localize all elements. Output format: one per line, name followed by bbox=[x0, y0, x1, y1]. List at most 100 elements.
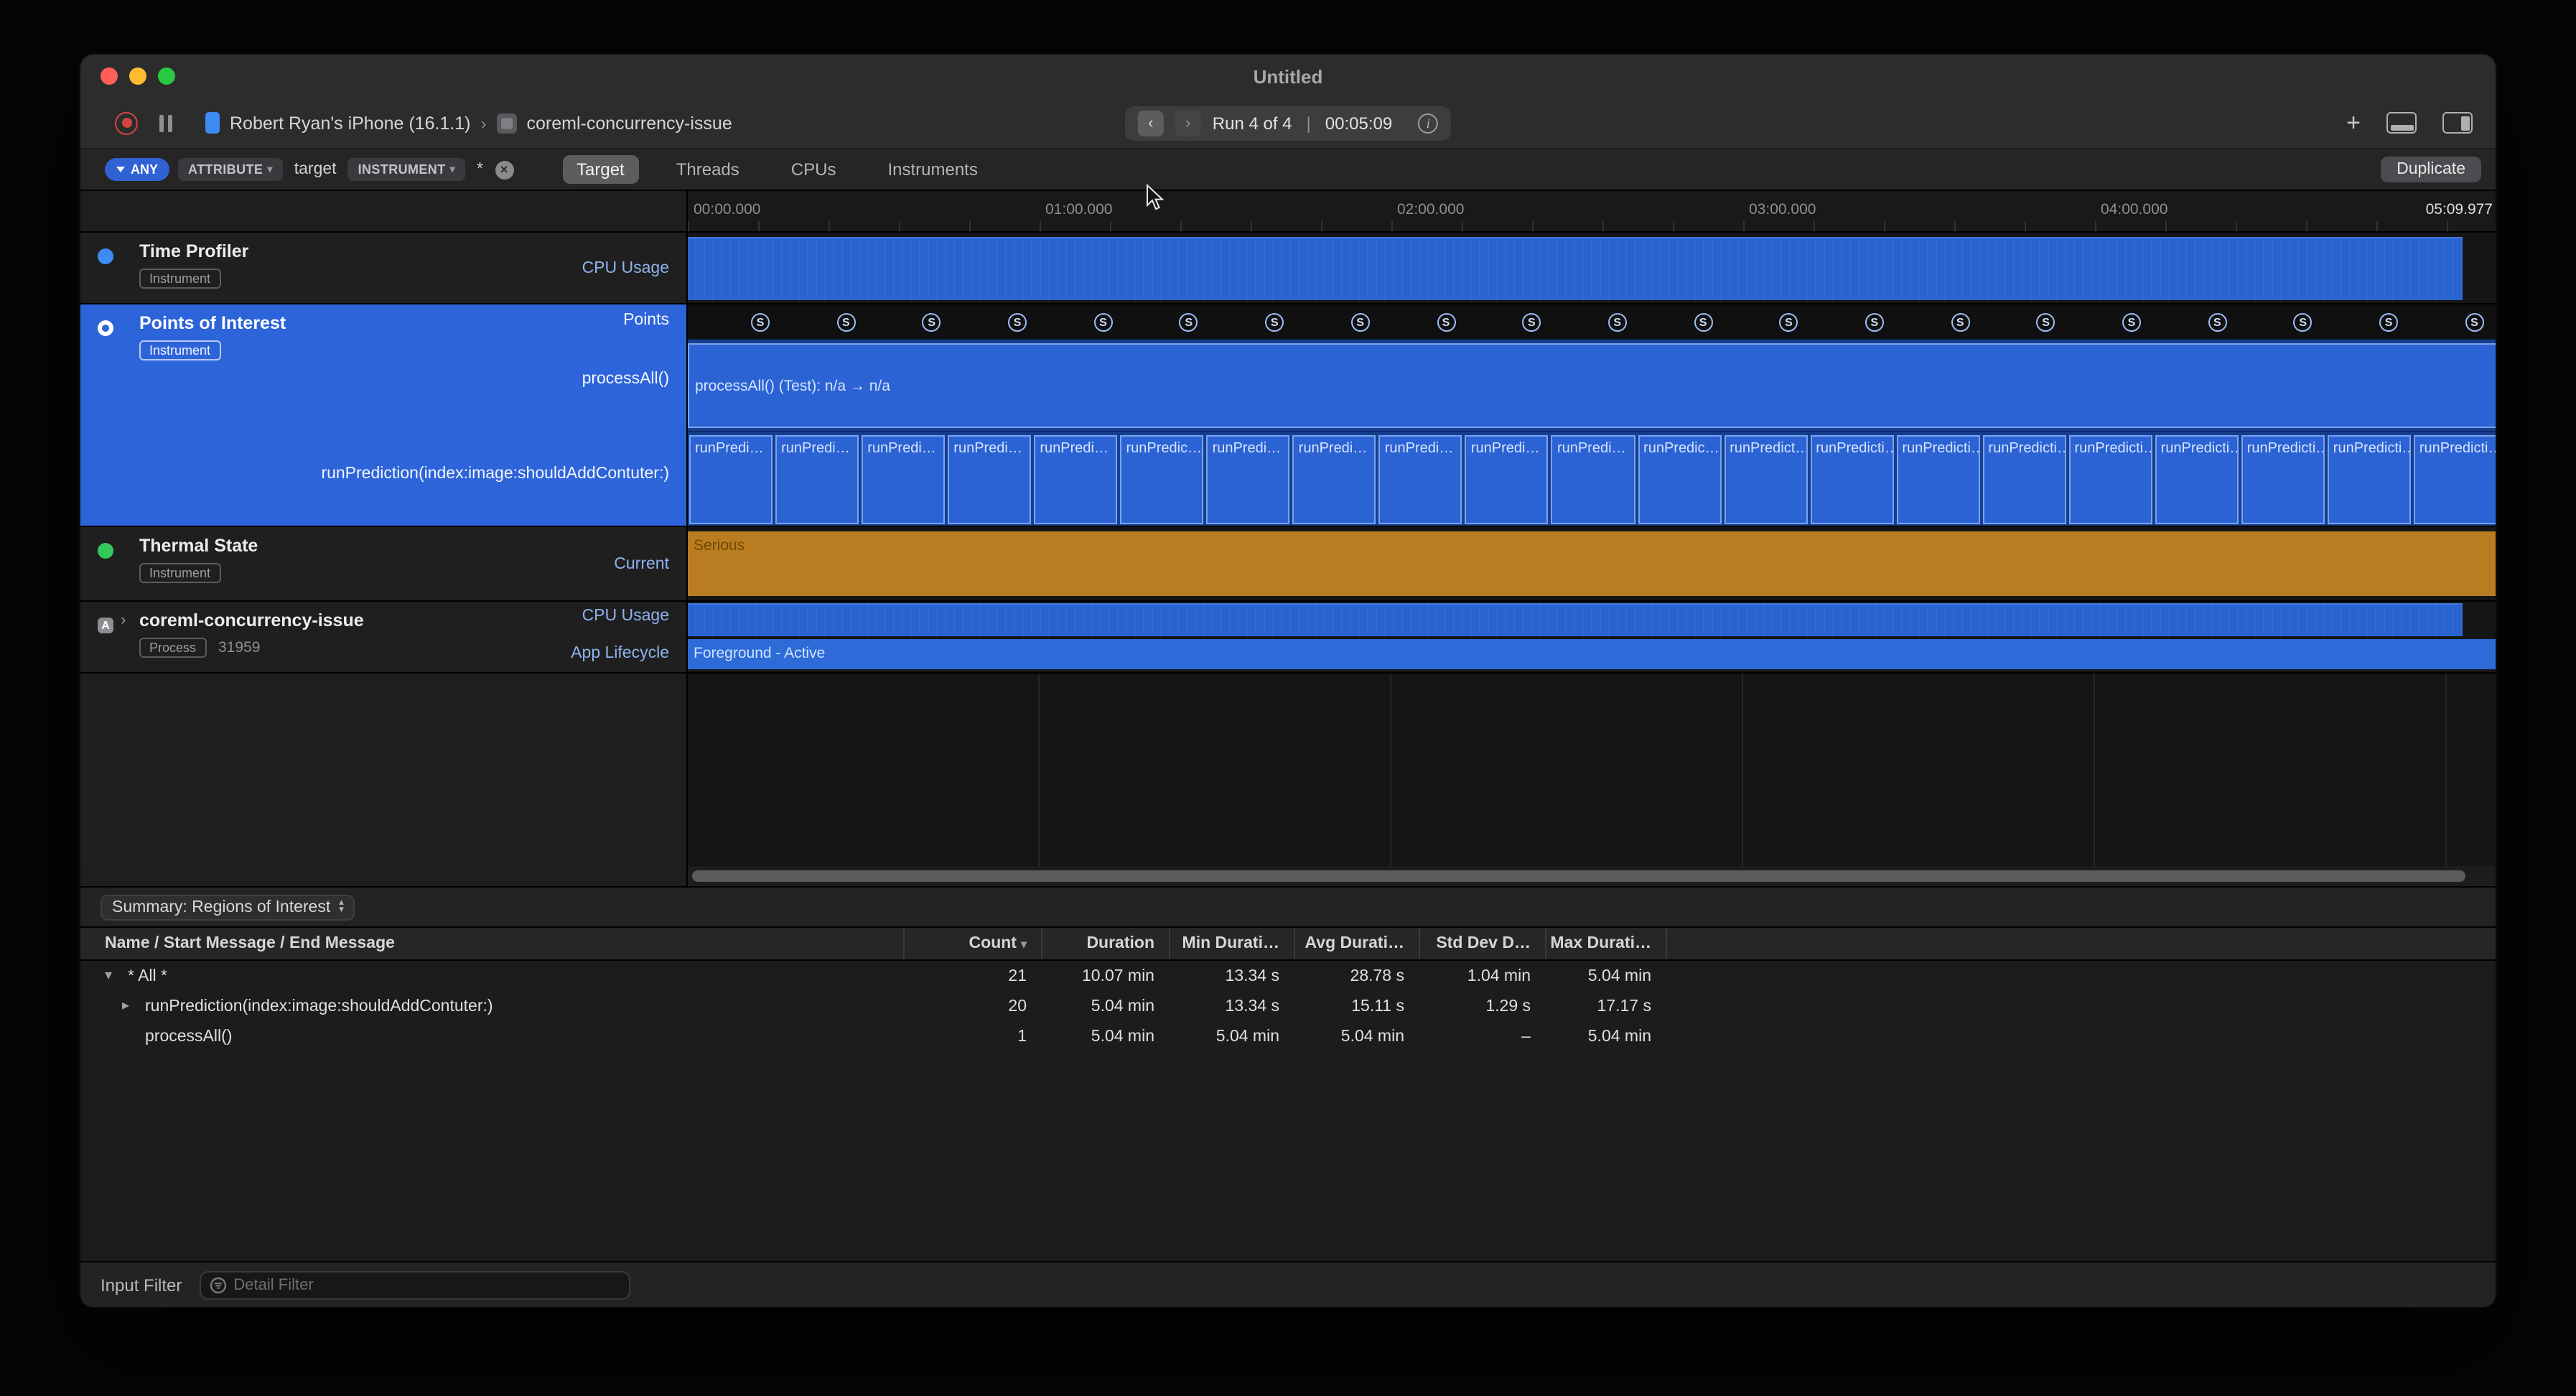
add-instrument-button[interactable]: + bbox=[2346, 111, 2361, 135]
column-header-avg-duration[interactable]: Avg Durati… bbox=[1294, 928, 1419, 959]
column-header-min-duration[interactable]: Min Durati… bbox=[1169, 928, 1294, 959]
poi-sign-icon[interactable]: S bbox=[1179, 312, 1198, 331]
runprediction-interval-bar[interactable]: runPredict… bbox=[1724, 435, 1808, 524]
run-divider: | bbox=[1306, 113, 1311, 133]
view-tab[interactable]: CPUs bbox=[777, 155, 851, 184]
info-icon[interactable]: i bbox=[1418, 113, 1439, 133]
poi-sign-icon[interactable]: S bbox=[2208, 312, 2227, 331]
app-lifecycle-bar[interactable]: Foreground - Active bbox=[688, 639, 2496, 669]
filter-any-pill[interactable]: ANY bbox=[105, 158, 170, 181]
runprediction-interval-bar[interactable]: runPredicti… bbox=[2241, 435, 2325, 524]
table-row[interactable]: ▾ * All * 21 10.07 min 13.34 s 28.78 s 1.04 mi… bbox=[80, 961, 2496, 991]
poi-sign-icon[interactable]: S bbox=[922, 312, 941, 331]
poi-points-lane[interactable]: SSSSSSSSSSSSSSSSSSSSS bbox=[688, 304, 2496, 339]
duplicate-button[interactable]: Duplicate bbox=[2381, 157, 2481, 182]
previous-run-button[interactable]: ‹ bbox=[1137, 110, 1164, 136]
runprediction-interval-bar[interactable]: runPredi… bbox=[689, 435, 773, 524]
column-header-count[interactable]: Count ▾ bbox=[903, 928, 1041, 959]
summary-popup-button[interactable]: Summary: Regions of Interest ▴ ▾ bbox=[101, 894, 355, 920]
runprediction-interval-bar[interactable]: runPredicti… bbox=[2155, 435, 2239, 524]
poi-sign-icon[interactable]: S bbox=[1093, 312, 1113, 331]
poi-sign-icon[interactable]: S bbox=[2465, 312, 2484, 331]
device-name[interactable]: Robert Ryan's iPhone (16.1.1) bbox=[230, 113, 471, 133]
lane-label-app-lifecycle: App Lifecycle bbox=[571, 645, 669, 662]
lane-label-cpu-usage: CPU Usage bbox=[582, 260, 669, 277]
runprediction-interval-bar[interactable]: runPredi… bbox=[1465, 435, 1549, 524]
poi-sign-icon[interactable]: S bbox=[1522, 312, 1541, 331]
poi-sign-icon[interactable]: S bbox=[1350, 312, 1370, 331]
table-row[interactable]: ▸ runPrediction(index:image:shouldAddCont… bbox=[80, 991, 2496, 1021]
runprediction-interval-bar[interactable]: runPredi… bbox=[1378, 435, 1462, 524]
poi-sign-icon[interactable]: S bbox=[1008, 312, 1027, 331]
instrument-badge: Instrument bbox=[139, 269, 221, 289]
view-tab[interactable]: Target bbox=[562, 155, 639, 184]
view-tab[interactable]: Instruments bbox=[873, 155, 991, 184]
disclosure-icon[interactable]: ▸ bbox=[122, 998, 145, 1014]
runprediction-interval-bar[interactable]: runPredi… bbox=[1551, 435, 1635, 524]
row-cell-std: – bbox=[1521, 1028, 1531, 1045]
poi-sign-icon[interactable]: S bbox=[2379, 312, 2399, 331]
runprediction-interval-bar[interactable]: runPredi… bbox=[948, 435, 1032, 524]
runprediction-interval-bar[interactable]: runPredicti… bbox=[1810, 435, 1894, 524]
poi-sign-icon[interactable]: S bbox=[2036, 312, 2055, 331]
pause-button[interactable] bbox=[159, 114, 172, 131]
detail-filter-input[interactable] bbox=[233, 1276, 620, 1293]
view-tab[interactable]: Threads bbox=[662, 155, 754, 184]
runprediction-interval-bar[interactable]: runPredicti… bbox=[1982, 435, 2066, 524]
track-time-profiler[interactable]: Time Profiler Instrument CPU Usage bbox=[80, 233, 2496, 304]
next-run-button[interactable]: › bbox=[1175, 110, 1201, 136]
filter-instrument-dropdown[interactable]: INSTRUMENT ▾ bbox=[347, 158, 466, 181]
runprediction-interval-bar[interactable]: runPredicti… bbox=[1896, 435, 1980, 524]
column-header-name[interactable]: Name / Start Message / End Message bbox=[80, 935, 903, 952]
toggle-right-panel-button[interactable] bbox=[2442, 112, 2473, 134]
runprediction-interval-bar[interactable]: runPredi… bbox=[1034, 435, 1118, 524]
column-header-duration[interactable]: Duration bbox=[1041, 928, 1169, 959]
row-cell-std: 1.29 s bbox=[1485, 997, 1531, 1015]
track-process[interactable]: A › coreml-concurrency-issue Process 319… bbox=[80, 602, 2496, 674]
target-app-name[interactable]: coreml-concurrency-issue bbox=[527, 113, 732, 133]
poi-processall-lane[interactable]: processAll() (Test): n/a → n/a bbox=[688, 339, 2496, 431]
poi-sign-icon[interactable]: S bbox=[1607, 312, 1627, 331]
clear-filter-icon[interactable]: × bbox=[495, 160, 513, 179]
runprediction-interval-bar[interactable]: runPredicti… bbox=[2413, 435, 2496, 524]
poi-sign-icon[interactable]: S bbox=[1865, 312, 1884, 331]
record-button[interactable] bbox=[115, 111, 138, 134]
runprediction-interval-bar[interactable]: runPredi… bbox=[1206, 435, 1290, 524]
table-row[interactable]: processAll() 1 5.04 min 5.04 min 5.04 min – 5.… bbox=[80, 1021, 2496, 1051]
poi-sign-icon[interactable]: S bbox=[2122, 312, 2141, 331]
poi-sign-icon[interactable]: S bbox=[1694, 312, 1713, 331]
disclosure-icon[interactable]: ▾ bbox=[105, 968, 128, 984]
poi-sign-icon[interactable]: S bbox=[1779, 312, 1798, 331]
runprediction-interval-bar[interactable]: runPredicti… bbox=[2327, 435, 2411, 524]
processall-interval-bar[interactable]: processAll() (Test): n/a → n/a bbox=[688, 343, 2496, 428]
cpu-usage-chart[interactable] bbox=[688, 237, 2463, 300]
disclosure-chevron-icon[interactable]: › bbox=[121, 612, 126, 629]
poi-sign-icon[interactable]: S bbox=[2293, 312, 2313, 331]
thermal-state-bar[interactable]: Serious bbox=[688, 531, 2496, 596]
runprediction-interval-bar[interactable]: runPredic… bbox=[1120, 435, 1204, 524]
toggle-bottom-panel-button[interactable] bbox=[2386, 112, 2417, 134]
runprediction-interval-bar[interactable]: runPredicti… bbox=[2068, 435, 2152, 524]
poi-sign-icon[interactable]: S bbox=[1951, 312, 1970, 331]
filter-attribute-dropdown[interactable]: ATTRIBUTE ▾ bbox=[178, 158, 283, 181]
runprediction-interval-bar[interactable]: runPredic… bbox=[1638, 435, 1722, 524]
process-cpu-chart[interactable] bbox=[688, 603, 2463, 636]
poi-runprediction-lane[interactable]: runPredi… runPredi… runPredi… runPredi… runP… bbox=[688, 431, 2496, 526]
target-picker[interactable]: Robert Ryan's iPhone (16.1.1) › coreml-c… bbox=[205, 112, 732, 134]
detail-filter-field[interactable] bbox=[199, 1270, 630, 1299]
poi-sign-icon[interactable]: S bbox=[751, 312, 770, 331]
poi-sign-icon[interactable]: S bbox=[836, 312, 856, 331]
bottom-filter-bar: Input Filter bbox=[80, 1261, 2496, 1307]
poi-sign-icon[interactable]: S bbox=[1265, 312, 1284, 331]
track-thermal-state[interactable]: Thermal State Instrument Current Serious bbox=[80, 527, 2496, 602]
time-ruler[interactable]: 00:00.000 01:00.000 02:00.000 03:00.000 04:0… bbox=[80, 191, 2496, 233]
ruler-track[interactable]: 00:00.000 01:00.000 02:00.000 03:00.000 04:0… bbox=[688, 191, 2496, 231]
poi-sign-icon[interactable]: S bbox=[1437, 312, 1455, 331]
track-points-of-interest[interactable]: Points of Interest Instrument Points pro… bbox=[80, 304, 2496, 527]
scrollbar-thumb[interactable] bbox=[692, 870, 2465, 882]
runprediction-interval-bar[interactable]: runPredi… bbox=[862, 435, 946, 524]
column-header-std-dev[interactable]: Std Dev D… bbox=[1419, 928, 1545, 959]
runprediction-interval-bar[interactable]: runPredi… bbox=[1292, 435, 1376, 524]
column-header-max-duration[interactable]: Max Durati… bbox=[1545, 928, 1666, 959]
runprediction-interval-bar[interactable]: runPredi… bbox=[775, 435, 859, 524]
